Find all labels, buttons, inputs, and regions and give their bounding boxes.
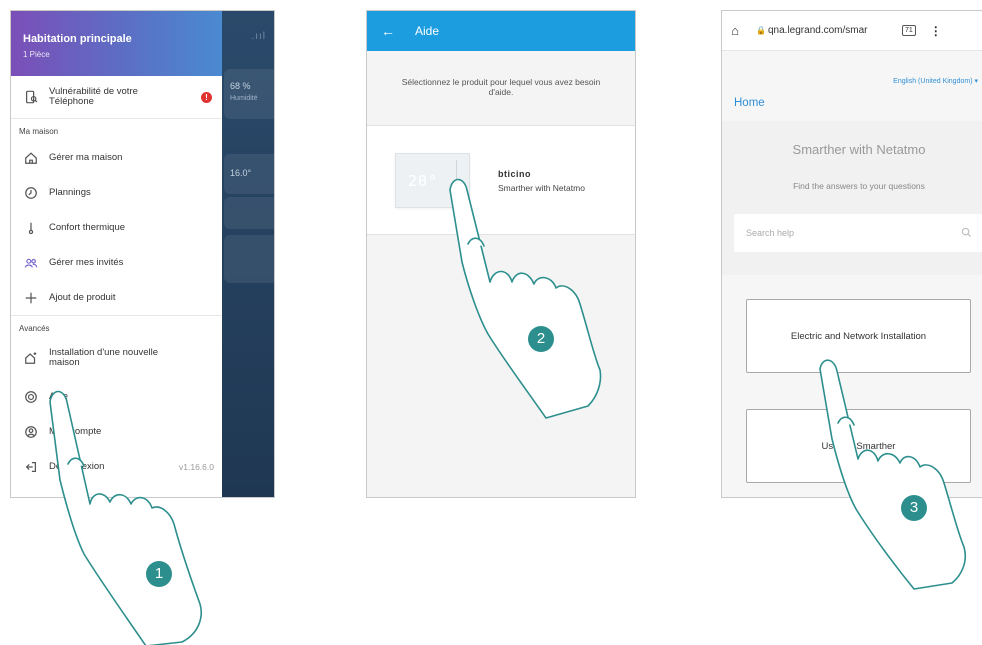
step-badge-1: 1	[146, 561, 172, 587]
thermostat-display: 20°	[408, 172, 439, 190]
step-badge-2: 2	[528, 326, 554, 352]
logout-icon	[23, 459, 39, 475]
help-intro-text: Sélectionnez le produit pour lequel vous…	[401, 77, 601, 97]
brand-logo: bticino	[498, 169, 531, 179]
menu-item-label: Aide	[49, 391, 69, 402]
url-field[interactable]: qna.legrand.com/smar	[768, 25, 888, 36]
help-center-title: Smarther with Netatmo	[792, 142, 926, 157]
home-header[interactable]: Habitation principale 1 Pièce	[11, 11, 222, 76]
home-dashboard-background: .ııl 68 % Humidité 16.0°	[219, 11, 274, 497]
menu-item-confort-thermique[interactable]: Confort thermique	[11, 210, 222, 245]
step-badge-3: 3	[901, 495, 927, 521]
thermometer-icon	[23, 220, 39, 236]
menu-item-label: Déconnexion	[49, 461, 105, 472]
search-box	[734, 214, 982, 252]
menu-item-plannings[interactable]: Plannings	[11, 175, 222, 210]
browser-help-screen: ⌂ 🔒 qna.legrand.com/smar 71 ⋮ English (U…	[721, 10, 982, 498]
menu-item-nouvelle-maison[interactable]: Installation d'une nouvelle maison	[11, 337, 222, 379]
alert-badge: !	[201, 91, 212, 103]
navigation-drawer: Habitation principale 1 Pièce Vulnérabil…	[11, 11, 222, 497]
home-link[interactable]: Home	[734, 97, 765, 109]
vulnerability-item[interactable]: Vulnérabilité de votre Téléphone !	[11, 76, 222, 118]
clock-icon	[23, 185, 39, 201]
menu-item-gerer-invites[interactable]: Gérer mes invités	[11, 245, 222, 280]
help-product-screen: ← Aide Sélectionnez le produit pour lequ…	[366, 10, 636, 498]
section-ma-maison: Ma maison	[19, 127, 59, 136]
room-count: 1 Pièce	[23, 50, 50, 59]
lifebuoy-icon	[23, 389, 39, 405]
menu-item-label: Plannings	[49, 187, 91, 198]
humidity-card[interactable]: 68 % Humidité	[224, 69, 274, 119]
vulnerability-label: Vulnérabilité de votre Téléphone	[49, 86, 138, 107]
help-center-subtitle: Find the answers to your questions	[793, 181, 925, 191]
room-card[interactable]	[224, 235, 274, 283]
menu-item-label: Gérer ma maison	[49, 152, 123, 163]
menu-item-aide[interactable]: Aide	[11, 379, 222, 414]
temperature-value: 16.0°	[230, 168, 252, 178]
product-row[interactable]: 20° bticino Smarther with Netatmo	[367, 125, 635, 235]
humidity-value: 68 %	[230, 81, 251, 91]
phone-search-icon	[23, 89, 39, 105]
back-arrow-icon[interactable]: ←	[381, 23, 395, 39]
search-icon[interactable]	[961, 227, 972, 238]
app-version: v1.16.6.0	[179, 461, 214, 472]
tab-count-button[interactable]: 71	[902, 25, 916, 36]
app-drawer-screen: .ııl 68 % Humidité 16.0° Habitation prin…	[10, 10, 275, 498]
lock-icon: 🔒	[756, 26, 766, 35]
section-avances: Avancés	[19, 324, 50, 333]
room-card[interactable]	[224, 197, 274, 229]
temperature-card[interactable]: 16.0°	[224, 154, 274, 194]
search-input[interactable]	[734, 214, 934, 252]
thermostat-edge	[456, 160, 457, 200]
menu-item-label: Ajout de produit	[49, 292, 116, 303]
user-icon	[23, 424, 39, 440]
signal-icon: .ııl	[251, 31, 266, 42]
menu-item-label: Confort thermique	[49, 222, 126, 233]
menu-item-ajout-produit[interactable]: Ajout de produit	[11, 280, 222, 315]
page-title: Aide	[415, 24, 440, 38]
language-selector[interactable]: English (United Kingdom) ▾	[893, 77, 978, 85]
humidity-label: Humidité	[230, 95, 258, 102]
home-name: Habitation principale	[23, 33, 132, 45]
menu-item-label: Mon compte	[49, 426, 102, 437]
category-electric-installation[interactable]: Electric and Network Installation	[746, 299, 971, 373]
menu-item-mon-compte[interactable]: Mon compte	[11, 414, 222, 449]
menu-item-deconnexion[interactable]: Déconnexion v1.16.6.0	[11, 449, 222, 484]
home-icon[interactable]: ⌂	[722, 23, 748, 38]
thermostat-image: 20°	[395, 153, 470, 208]
browser-url-bar: ⌂ 🔒 qna.legrand.com/smar 71 ⋮	[722, 11, 982, 51]
menu-item-label: Gérer mes invités	[49, 257, 124, 268]
more-menu-icon[interactable]: ⋮	[930, 24, 942, 38]
app-bar: ← Aide	[367, 11, 635, 51]
category-use-smarther[interactable]: Use my Smarther	[746, 409, 971, 483]
new-house-icon	[23, 350, 39, 366]
menu-item-gerer-maison[interactable]: Gérer ma maison	[11, 140, 222, 175]
menu-item-label: Installation d'une nouvelle maison	[49, 347, 159, 368]
guests-icon	[23, 255, 39, 271]
house-icon	[23, 150, 39, 166]
plus-icon	[23, 290, 39, 306]
product-name: Smarther with Netatmo	[498, 183, 585, 193]
